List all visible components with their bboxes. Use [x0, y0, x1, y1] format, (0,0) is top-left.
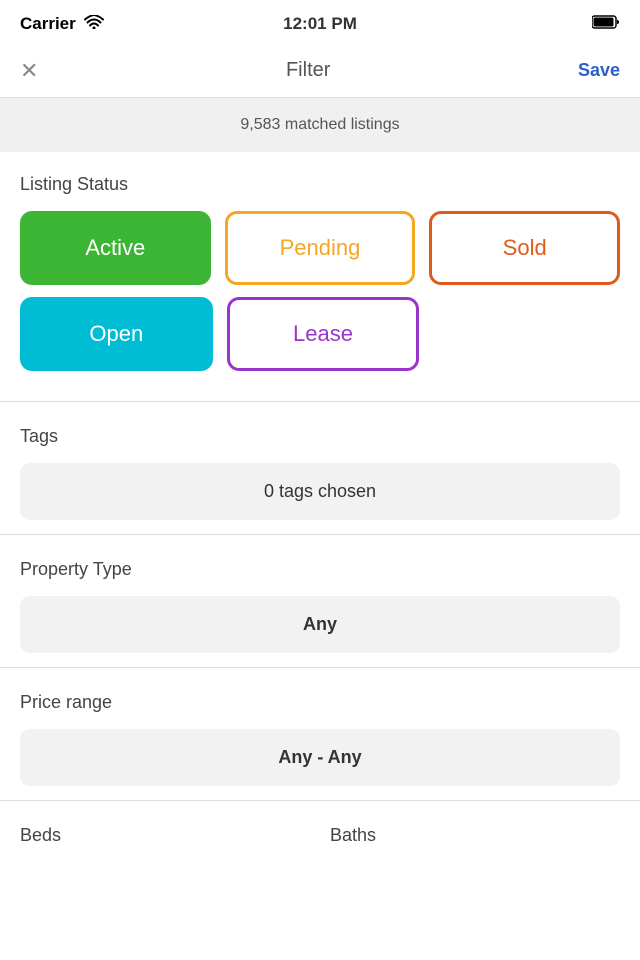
divider-1: [0, 401, 640, 402]
wifi-icon: [84, 14, 104, 34]
listing-status-label: Listing Status: [20, 174, 620, 195]
tags-section: Tags 0 tags chosen: [0, 406, 640, 530]
price-range-button[interactable]: Any - Any: [20, 729, 620, 786]
nav-title: Filter: [286, 59, 330, 82]
tags-label: Tags: [20, 426, 620, 447]
save-button[interactable]: Save: [578, 60, 620, 81]
status-time: 12:01 PM: [283, 14, 357, 34]
status-bar: Carrier 12:01 PM: [0, 0, 640, 44]
pending-button[interactable]: Pending: [225, 211, 416, 285]
sold-button[interactable]: Sold: [429, 211, 620, 285]
price-range-label: Price range: [20, 692, 620, 713]
lease-button[interactable]: Lease: [227, 297, 420, 371]
status-buttons-container: Active Pending Sold Open Lease: [20, 211, 620, 371]
baths-label: Baths: [330, 825, 620, 846]
property-type-section: Property Type Any: [0, 539, 640, 663]
divider-3: [0, 667, 640, 668]
status-row-1: Active Pending Sold: [20, 211, 620, 285]
carrier-label: Carrier: [20, 14, 76, 34]
beds-label: Beds: [20, 825, 310, 846]
active-button[interactable]: Active: [20, 211, 211, 285]
matched-count: 9,583 matched listings: [240, 116, 399, 133]
open-button[interactable]: Open: [20, 297, 213, 371]
close-button[interactable]: ✕: [20, 58, 38, 84]
tags-button[interactable]: 0 tags chosen: [20, 463, 620, 520]
price-range-section: Price range Any - Any: [0, 672, 640, 796]
divider-4: [0, 800, 640, 801]
nav-bar: ✕ Filter Save: [0, 44, 640, 98]
listing-status-section: Listing Status Active Pending Sold Open …: [0, 152, 640, 397]
matched-listings-banner: 9,583 matched listings: [0, 98, 640, 152]
baths-column: Baths: [330, 825, 620, 854]
beds-baths-section: Beds Baths: [0, 805, 640, 864]
divider-2: [0, 534, 640, 535]
carrier-wifi: Carrier: [20, 14, 104, 34]
status-row-2: Open Lease: [20, 297, 620, 371]
property-type-label: Property Type: [20, 559, 620, 580]
property-type-button[interactable]: Any: [20, 596, 620, 653]
battery-icon: [592, 15, 620, 34]
beds-column: Beds: [20, 825, 310, 854]
